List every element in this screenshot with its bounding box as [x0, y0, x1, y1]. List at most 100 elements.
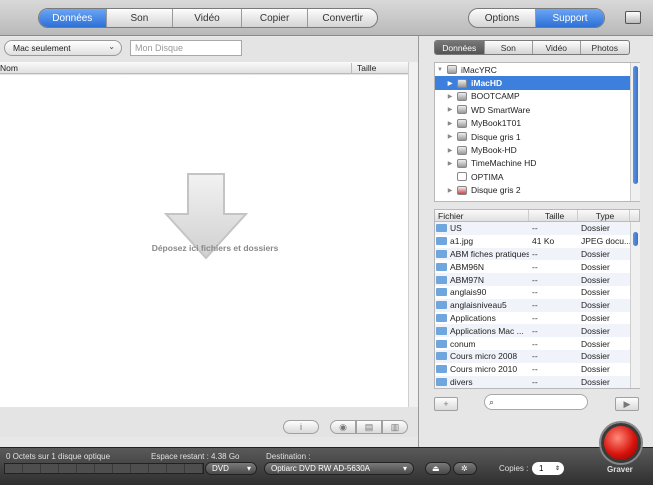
col-name[interactable]: Nom	[0, 62, 352, 73]
file-name: ABM97N	[450, 274, 485, 285]
browser-tab-video[interactable]: Vidéo	[533, 41, 581, 54]
copies-stepper[interactable]: 1 ⇕	[532, 462, 564, 475]
file-scrollbar[interactable]	[630, 222, 640, 388]
file-name: ABM96N	[450, 261, 485, 272]
disc-name-field[interactable]: Mon Disque	[130, 40, 242, 56]
file-row[interactable]: divers -- Dossier	[435, 375, 639, 388]
settings-button[interactable]: ✲	[453, 462, 477, 475]
file-type: Dossier	[581, 287, 610, 298]
volume-tree: ▼ iMacYRC ▶ iMacHD ▶ BOOTCAMP ▶ WD SmartWare…	[434, 62, 640, 202]
eject-button[interactable]: ⏏	[425, 462, 451, 475]
info-button[interactable]: i	[283, 420, 319, 434]
left-scrollbar[interactable]	[408, 62, 418, 407]
disclosure-closed-icon[interactable]: ▶	[445, 160, 455, 167]
disclosure-closed-icon[interactable]: ▶	[445, 106, 455, 113]
add-button[interactable]: +	[434, 397, 458, 411]
disclosure-closed-icon[interactable]: ▶	[445, 120, 455, 127]
file-row[interactable]: ABM96N -- Dossier	[435, 260, 639, 273]
window-icon[interactable]	[625, 11, 641, 24]
tree-scrollbar[interactable]	[630, 63, 640, 201]
file-name: conum	[450, 338, 476, 349]
tab-donnees[interactable]: Données	[39, 9, 107, 27]
disclosure-closed-icon[interactable]: ▶	[445, 133, 455, 140]
support-button[interactable]: Support	[536, 9, 604, 27]
file-row[interactable]: ABM97N -- Dossier	[435, 273, 639, 286]
browser-tab-donnees[interactable]: Données	[435, 41, 485, 54]
tree-item[interactable]: OPTIMA	[435, 170, 639, 183]
file-name: divers	[450, 376, 473, 387]
disclosure-closed-icon[interactable]: ▶	[445, 147, 455, 154]
tree-item[interactable]: ▶ Disque gris 2	[435, 184, 639, 197]
disclosure-closed-icon[interactable]: ▶	[445, 80, 455, 87]
tree-item[interactable]: ▶ TimeMachine HD	[435, 157, 639, 170]
right-tabs: Options Support	[468, 8, 605, 28]
forward-button[interactable]: ▶	[615, 397, 639, 411]
mode-tabs: Données Son Vidéo Copier Convertir	[38, 8, 378, 28]
folder-icon	[436, 365, 447, 374]
file-size: --	[532, 300, 538, 311]
file-size: --	[532, 325, 538, 336]
file-scroll-thumb[interactable]	[633, 232, 638, 246]
file-row[interactable]: anglais90 -- Dossier	[435, 286, 639, 299]
copies-label: Copies :	[499, 464, 529, 473]
drop-hint: Déposez ici fichiers et dossiers	[151, 243, 279, 253]
remove-file-button[interactable]: ▥	[382, 420, 408, 434]
destination-label: Destination :	[266, 452, 311, 461]
disclosure-closed-icon[interactable]: ▶	[445, 93, 455, 100]
file-row[interactable]: conum -- Dossier	[435, 337, 639, 350]
file-row[interactable]: a1.jpg 41 Ko JPEG docu...	[435, 235, 639, 248]
options-button[interactable]: Options	[469, 9, 537, 27]
bottom-bar: 0 Octets sur 1 disque optique Espace res…	[0, 447, 653, 485]
folder-icon	[436, 275, 447, 284]
file-row[interactable]: anglaisniveau5 -- Dossier	[435, 298, 639, 312]
tree-item[interactable]: ▶ BOOTCAMP	[435, 90, 639, 103]
add-disc-button[interactable]: ◉	[330, 420, 356, 434]
col-taille[interactable]: Taille	[529, 210, 578, 221]
disclosure-open-icon[interactable]: ▼	[435, 67, 445, 73]
chevron-down-icon: ▾	[402, 464, 407, 473]
browser-tab-photos[interactable]: Photos	[581, 41, 629, 54]
file-type: Dossier	[581, 325, 610, 336]
tree-item[interactable]: ▶ MyBook-HD	[435, 143, 639, 156]
tab-copier[interactable]: Copier	[242, 9, 309, 27]
browser-tab-son[interactable]: Son	[485, 41, 533, 54]
tree-item[interactable]: ▼ iMacYRC	[435, 63, 639, 76]
format-select[interactable]: Mac seulement ⌄	[4, 40, 122, 56]
file-type: Dossier	[581, 338, 610, 349]
col-size[interactable]: Taille	[352, 63, 376, 73]
file-type: Dossier	[581, 312, 610, 323]
file-row[interactable]: US -- Dossier	[435, 222, 639, 235]
file-row[interactable]: Cours micro 2008 -- Dossier	[435, 349, 639, 363]
file-size: --	[532, 261, 538, 272]
tree-item[interactable]: ▶ iMacHD	[435, 76, 639, 90]
file-row[interactable]: Applications Mac ... -- Dossier	[435, 324, 639, 338]
tab-video[interactable]: Vidéo	[173, 9, 242, 27]
col-type[interactable]: Type	[578, 210, 630, 221]
format-select-value: Mac seulement	[13, 43, 71, 53]
tree-item[interactable]: ▶ WD SmartWare	[435, 103, 639, 116]
tab-convertir[interactable]: Convertir	[308, 9, 377, 27]
disclosure-closed-icon[interactable]: ▶	[445, 187, 455, 194]
file-row[interactable]: Applications -- Dossier	[435, 312, 639, 325]
file-name: Cours micro 2008	[450, 351, 518, 362]
space-remaining: Espace restant : 4.38 Go	[151, 452, 240, 461]
drive-icon	[457, 78, 467, 88]
file-size: --	[532, 287, 538, 298]
file-type: Dossier	[581, 223, 610, 234]
computer-icon	[447, 65, 457, 75]
tree-item[interactable]: ▶ Disque gris 1	[435, 130, 639, 143]
search-input[interactable]: ⌕	[484, 394, 588, 410]
disc-type-select[interactable]: DVD ▾	[205, 462, 257, 475]
tree-scroll-thumb[interactable]	[633, 66, 638, 184]
burn-button[interactable]	[601, 423, 641, 463]
gear-icon: ✲	[461, 464, 468, 473]
file-row[interactable]: ABM fiches pratiques -- Dossier	[435, 247, 639, 261]
play-icon: ▶	[623, 398, 631, 409]
col-fichier[interactable]: Fichier	[435, 210, 529, 221]
add-file-button[interactable]: ▤	[356, 420, 382, 434]
file-size: --	[532, 351, 538, 362]
tab-son[interactable]: Son	[107, 9, 174, 27]
file-row[interactable]: Cours micro 2010 -- Dossier	[435, 363, 639, 376]
destination-select[interactable]: Optiarc DVD RW AD-5630A ▾	[264, 462, 414, 475]
tree-item[interactable]: ▶ MyBook1T01	[435, 117, 639, 130]
